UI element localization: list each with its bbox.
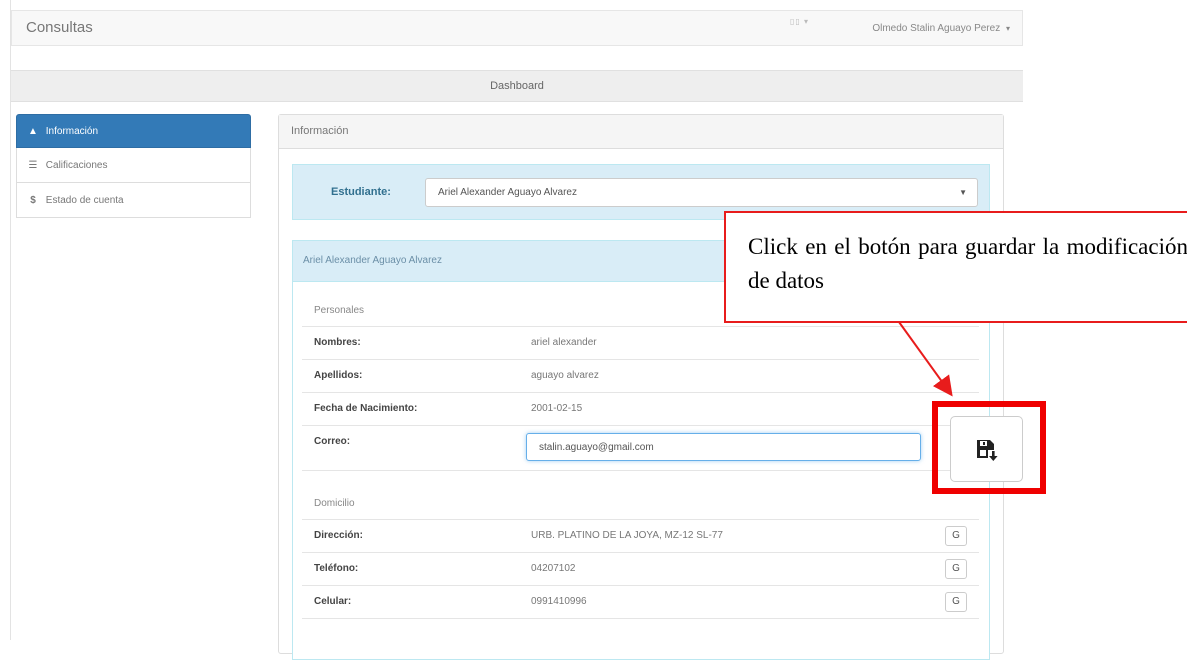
save-button[interactable] (950, 416, 1023, 482)
save-icon (977, 440, 998, 461)
annotation-arrow (898, 321, 953, 397)
